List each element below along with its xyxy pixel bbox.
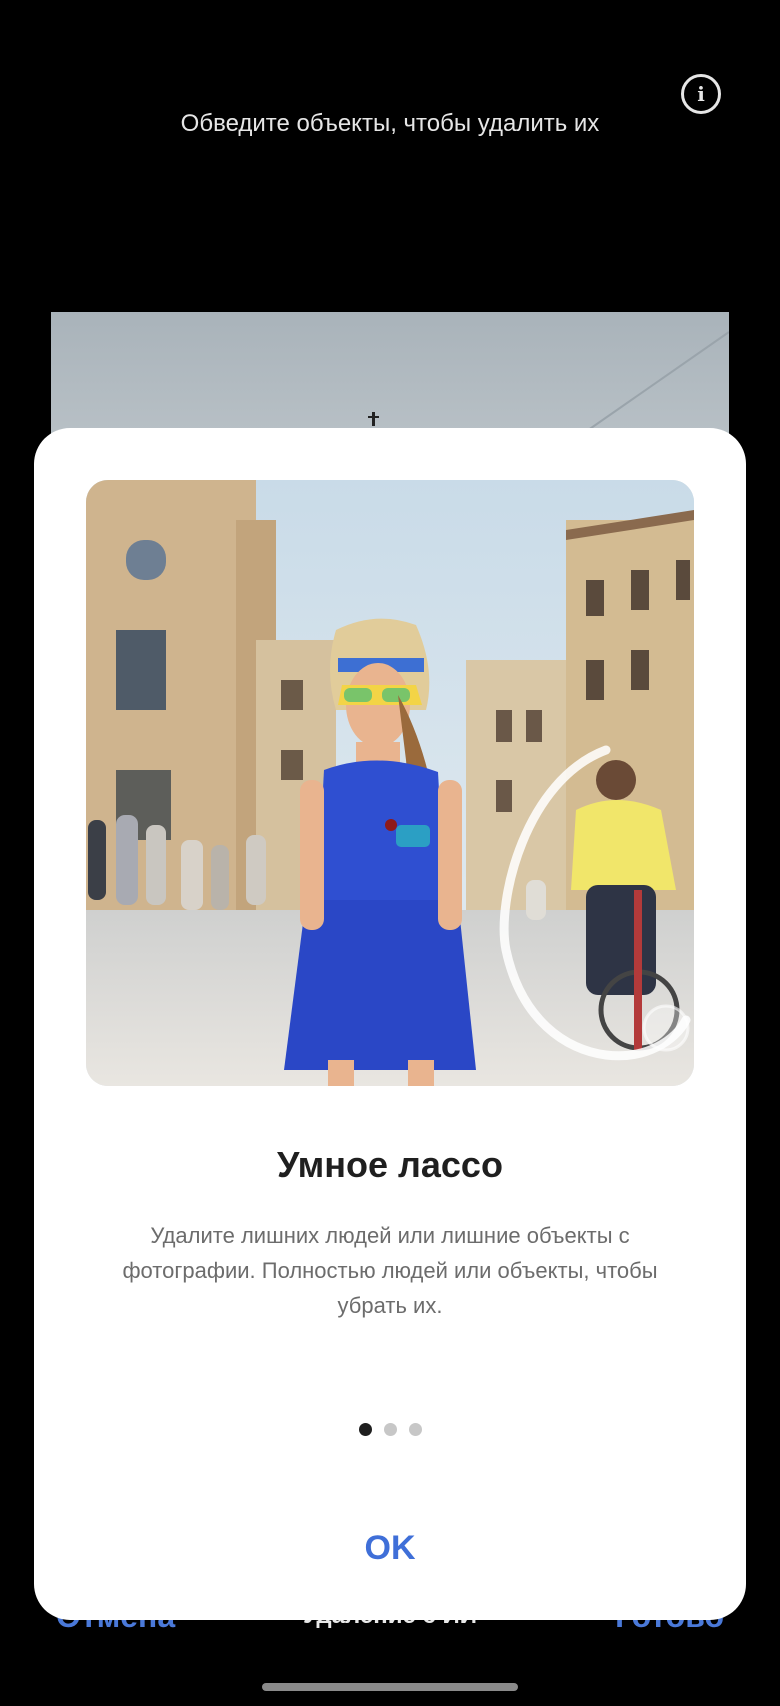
info-icon[interactable]: i <box>681 74 721 114</box>
page-dot-3[interactable] <box>408 1423 422 1436</box>
instruction-text: Обведите объекты, чтобы удалить их <box>180 110 600 137</box>
page-dot-1[interactable] <box>358 1423 372 1436</box>
dialog-title: Умное лассо <box>277 1144 503 1185</box>
ok-button[interactable]: OK <box>290 1516 490 1580</box>
tutorial-dialog: Умное лассо Удалите лишних людей или лиш… <box>34 428 746 1620</box>
home-indicator[interactable] <box>262 1683 518 1691</box>
page-indicator <box>34 1423 746 1436</box>
tutorial-illustration <box>86 480 694 1086</box>
page-dot-2[interactable] <box>383 1423 397 1436</box>
dialog-description: Удалите лишних людей или лишние объекты … <box>122 1223 658 1318</box>
